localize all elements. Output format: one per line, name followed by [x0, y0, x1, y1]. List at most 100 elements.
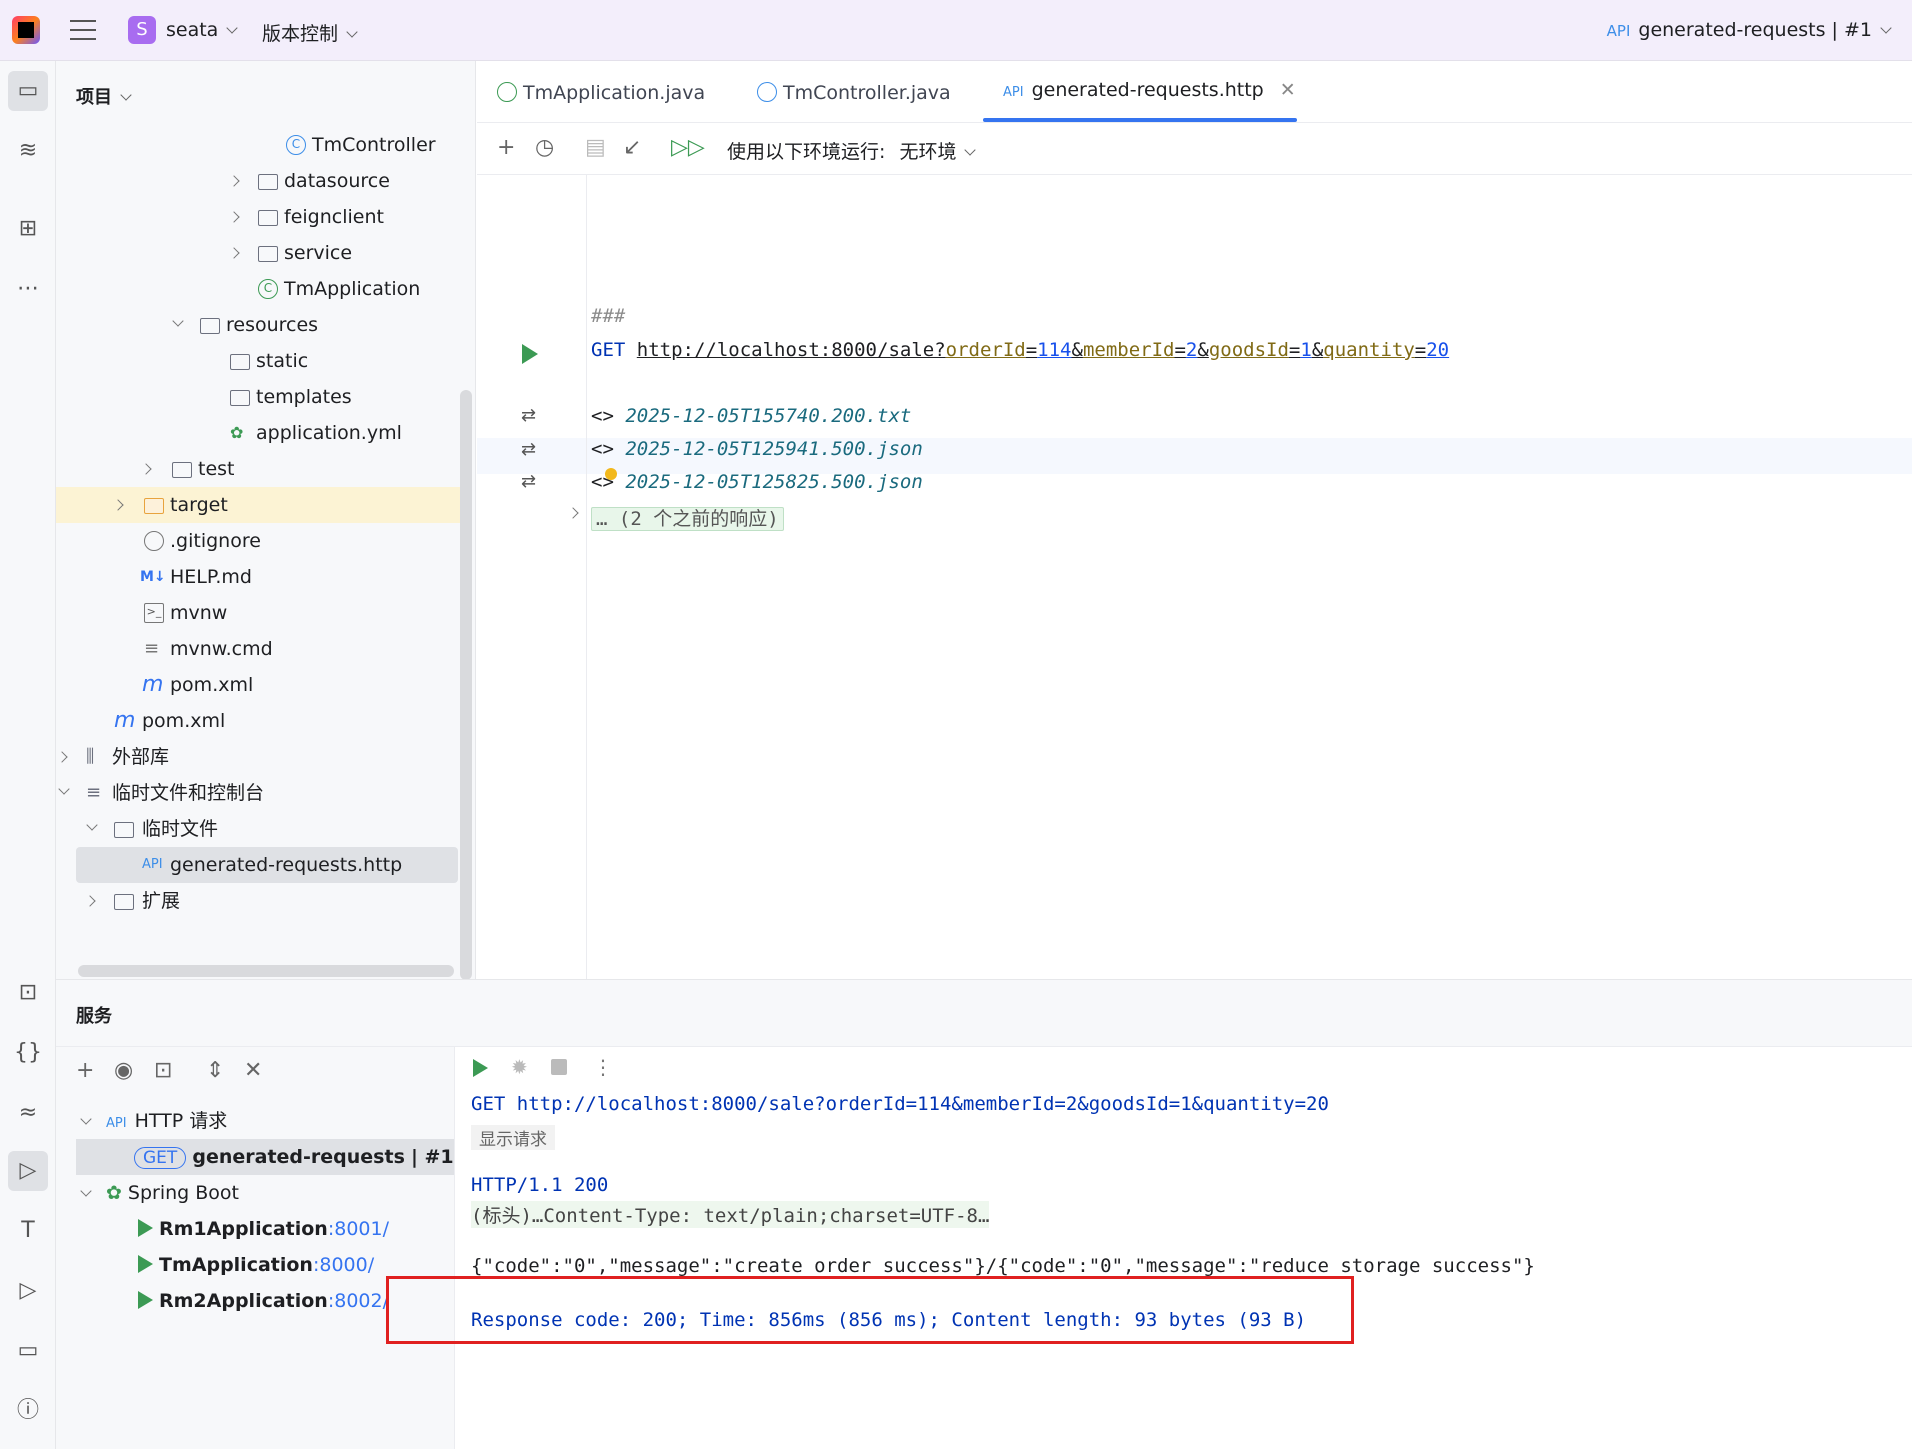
tree-group-spring[interactable]: ✿ Spring Boot	[80, 1175, 239, 1211]
run-configuration-selector[interactable]: API generated-requests | #1	[1607, 19, 1892, 41]
more-vertical-icon[interactable]: ⋮	[593, 1055, 613, 1079]
terminal-icon[interactable]: ▭	[8, 1331, 48, 1371]
tree-item[interactable]: ≡ 临时文件和控制台	[56, 775, 460, 811]
tree-item[interactable]: ⫼ 外部库	[56, 739, 460, 775]
tree-item[interactable]: 临时文件	[56, 811, 460, 847]
tree-item[interactable]: test	[56, 451, 460, 487]
tree-item[interactable]: .gitignore	[56, 523, 460, 559]
tree-item[interactable]: M↓ HELP.md	[56, 559, 460, 595]
spring-app-icon	[497, 82, 517, 102]
tree-item[interactable]: 扩展	[56, 883, 460, 919]
tree-item[interactable]: C TmApplication	[56, 271, 460, 307]
tree-item[interactable]: ✿ application.yml	[56, 415, 460, 451]
tree-item[interactable]: static	[56, 343, 460, 379]
show-request-button[interactable]: 显示请求	[471, 1125, 555, 1150]
endpoints-icon[interactable]: {}	[8, 1033, 48, 1073]
run-icon[interactable]: ▷	[8, 1271, 48, 1311]
tree-item[interactable]: >_ mvnw	[56, 595, 460, 631]
chevron-right-icon[interactable]	[228, 247, 240, 259]
tree-item[interactable]: m pom.xml	[56, 703, 460, 739]
tree-item-selected[interactable]: API generated-requests.http	[76, 847, 458, 883]
tab-tmcontroller[interactable]: TmController.java	[757, 79, 951, 104]
project-folder-icon[interactable]: ▭	[8, 71, 48, 111]
project-switcher[interactable]: seata	[166, 19, 238, 41]
response-link-icon[interactable]: ⇄	[521, 405, 536, 426]
run-icon	[138, 1291, 153, 1309]
chevron-right-icon[interactable]	[228, 175, 240, 187]
environment-selector[interactable]: 使用以下环境运行: 无环境	[727, 137, 977, 164]
tree-item[interactable]: feignclient	[56, 199, 460, 235]
port-link[interactable]: :8000/	[313, 1254, 374, 1276]
project-panel-title[interactable]: 项目	[76, 83, 132, 109]
close-icon[interactable]: ✕	[1280, 79, 1296, 101]
chevron-right-icon[interactable]	[56, 751, 68, 763]
chevron-down-icon[interactable]	[86, 819, 98, 831]
run-request-icon[interactable]	[522, 344, 538, 364]
problems-icon[interactable]: ⓘ	[8, 1391, 48, 1431]
chevron-down-icon	[964, 144, 977, 156]
bookmarks-icon[interactable]: ⊡	[8, 973, 48, 1013]
structure-icon[interactable]: ⊞	[8, 209, 48, 249]
response-ref[interactable]: <> 2025-12-05T125941.500.json	[591, 438, 923, 460]
history-icon[interactable]: ◷	[535, 135, 554, 160]
tree-item[interactable]: resources	[56, 307, 460, 343]
response-ref[interactable]: <> 2025-12-05T125825.500.json	[591, 471, 923, 493]
chevron-down-icon[interactable]	[58, 783, 70, 795]
tree-item-request[interactable]: GET generated-requests | #1 状态	[76, 1139, 498, 1175]
folder-icon	[172, 462, 192, 478]
response-link-icon[interactable]: ⇄	[521, 471, 536, 492]
rerun-icon[interactable]	[473, 1057, 494, 1080]
headers-folded[interactable]: (标头)…Content-Type: text/plain;charset=UT…	[471, 1201, 990, 1228]
build-hammer-icon[interactable]: T	[8, 1211, 48, 1251]
chevron-right-icon[interactable]	[84, 895, 96, 907]
more-icon[interactable]: ⋯	[8, 269, 48, 309]
debug-icon[interactable]: ✹	[511, 1055, 528, 1079]
tree-item-app[interactable]: Rm1Application:8001/	[138, 1211, 389, 1247]
tree-item[interactable]: service	[56, 235, 460, 271]
response-link-icon[interactable]: ⇄	[521, 439, 536, 460]
add-request-icon[interactable]: +	[497, 135, 515, 160]
tab-tmapplication[interactable]: TmApplication.java	[497, 79, 705, 104]
tree-item-app[interactable]: Rm2Application:8002/	[138, 1283, 389, 1319]
chevron-down-icon	[346, 26, 358, 38]
port-link[interactable]: :8002/	[328, 1290, 389, 1312]
chevron-right-icon[interactable]	[112, 499, 124, 511]
main-menu-icon[interactable]	[70, 20, 96, 40]
intellij-logo-icon[interactable]	[12, 16, 40, 44]
stop-icon[interactable]	[551, 1059, 567, 1075]
tab-generated-requests[interactable]: API generated-requests.http ✕	[1003, 79, 1296, 101]
vcs-widget[interactable]: 版本控制	[262, 19, 358, 46]
project-horizontal-scrollbar[interactable]	[78, 965, 454, 977]
request-line[interactable]: GET http://localhost:8000/sale?orderId=1…	[591, 339, 1449, 361]
env-label: 使用以下环境运行:	[727, 141, 886, 163]
port-link[interactable]: :8001/	[328, 1218, 389, 1240]
run-all-icon[interactable]: ▷▷	[671, 135, 705, 160]
tree-item[interactable]: templates	[56, 379, 460, 415]
tree-item[interactable]: target	[56, 487, 460, 523]
tree-item[interactable]: datasource	[56, 163, 460, 199]
project-vertical-scrollbar[interactable]	[460, 390, 472, 980]
profiler-icon[interactable]: ≈	[8, 1093, 48, 1133]
import-icon[interactable]: ↙	[623, 135, 641, 160]
tree-group-http[interactable]: API HTTP 请求	[80, 1103, 227, 1139]
tree-item-app[interactable]: TmApplication:8000/	[138, 1247, 374, 1283]
project-badge[interactable]: S	[128, 16, 156, 44]
shell-icon: >_	[144, 603, 164, 623]
copy-icon[interactable]: ▤	[585, 135, 606, 160]
ai-assistant-icon[interactable]: ≋	[8, 131, 48, 171]
tree-item[interactable]: ≡ mvnw.cmd	[56, 631, 460, 667]
tree-item[interactable]: m pom.xml	[56, 667, 460, 703]
chevron-down-icon[interactable]	[80, 1185, 92, 1197]
chevron-right-icon[interactable]	[228, 211, 240, 223]
tree-item[interactable]: C TmController	[56, 127, 460, 163]
chevron-down-icon[interactable]	[172, 315, 184, 327]
env-value: 无环境	[899, 141, 957, 163]
response-ref[interactable]: <> 2025-12-05T155740.200.txt	[591, 405, 911, 427]
chevron-right-icon[interactable]	[140, 463, 152, 475]
services-icon[interactable]: ▷	[8, 1151, 48, 1191]
chevron-down-icon[interactable]	[80, 1113, 92, 1125]
intention-bulb-icon[interactable]	[605, 468, 617, 480]
package-folder-icon	[258, 174, 278, 190]
class-icon: C	[286, 135, 306, 155]
folded-responses[interactable]: … (2 个之前的响应)	[591, 504, 784, 531]
